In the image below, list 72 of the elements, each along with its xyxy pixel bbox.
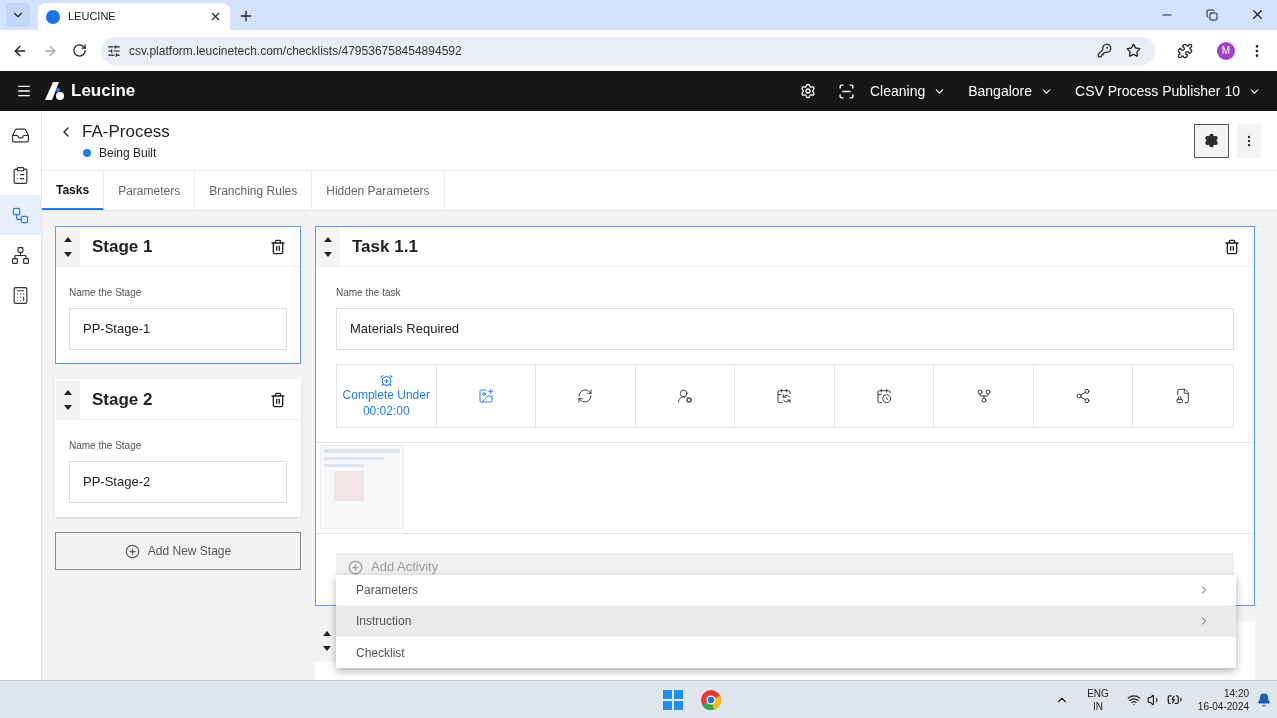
tab[interactable]: Branching Rules	[195, 171, 313, 210]
reload-icon[interactable]	[72, 43, 87, 58]
task-name-field[interactable]: Materials Required	[336, 308, 1234, 350]
timer-button[interactable]: Complete Under 00:02:00	[337, 365, 437, 427]
flow-icon	[11, 205, 30, 225]
start-icon[interactable]	[663, 689, 684, 710]
menu-item[interactable]: Checklist	[336, 637, 1236, 668]
tab-title: LEUCINE	[68, 9, 117, 25]
close-icon[interactable]	[1250, 7, 1265, 22]
stage-title: Stage 2	[92, 388, 154, 411]
screenshot-thumbnail[interactable]	[320, 445, 404, 529]
battery-icon[interactable]	[1166, 692, 1182, 707]
menu-item[interactable]: Parameters	[336, 575, 1236, 606]
wifi-icon[interactable]	[1126, 692, 1141, 707]
brand-name: Leucine	[71, 80, 136, 103]
settings-icon[interactable]	[799, 83, 816, 99]
scan-icon[interactable]	[837, 82, 855, 100]
move-down-button[interactable]	[323, 646, 331, 651]
plus-circle-icon	[348, 559, 363, 575]
settings-icon	[1204, 133, 1219, 148]
settings-button[interactable]	[1194, 123, 1229, 158]
header-dropdown[interactable]: Cleaning	[869, 80, 947, 102]
profile-avatar[interactable]: M	[1217, 41, 1235, 60]
delete-icon[interactable]	[270, 238, 286, 255]
field-label: Name the task	[336, 286, 402, 300]
hierarchy-icon	[11, 245, 30, 265]
extensions-icon[interactable]	[1177, 42, 1193, 59]
move-down-button[interactable]	[64, 404, 72, 410]
status-label: Being Built	[99, 145, 157, 163]
clipboard-icon	[11, 165, 30, 185]
address-bar[interactable]: csv.platform.leucinetech.com/checklists/479536758454894592	[101, 36, 1155, 65]
browser-tab[interactable]: LEUCINE	[38, 3, 230, 30]
move-up-button[interactable]	[64, 236, 72, 242]
move-up-button[interactable]	[324, 236, 332, 242]
site-settings-icon[interactable]	[107, 43, 121, 58]
site-logo-icon	[46, 9, 60, 24]
tab[interactable]: Parameters	[104, 171, 196, 210]
star-icon[interactable]	[1126, 43, 1141, 58]
key-icon[interactable]	[1097, 43, 1112, 58]
task-title: Task 1.1	[352, 235, 419, 258]
field-label: Name the Stage	[69, 439, 143, 453]
language-indicator[interactable]: ENG IN	[1087, 686, 1109, 713]
header-dropdown[interactable]: Bangalore	[968, 80, 1054, 102]
tab[interactable]: Hidden Parameters	[312, 171, 445, 210]
calculator-icon	[11, 285, 30, 305]
stage-name-field[interactable]: PP-Stage-1	[69, 308, 287, 350]
url-text: csv.platform.leucinetech.com/checklists/479536758454894592	[129, 42, 463, 60]
menu-item[interactable]: Instruction	[336, 606, 1236, 637]
delete-icon[interactable]	[270, 391, 286, 408]
field-label: Name the Stage	[69, 286, 143, 300]
move-down-button[interactable]	[324, 251, 332, 257]
tab-list-button[interactable]	[6, 3, 30, 27]
close-icon[interactable]	[209, 10, 222, 23]
page-title: FA-Process	[82, 120, 170, 143]
browser-app-icon[interactable]	[700, 688, 723, 711]
notification-icon[interactable]	[1257, 692, 1271, 707]
stage-card[interactable]: Stage 2 Name the Stage PP-Stage-2	[55, 379, 301, 517]
delete-icon[interactable]	[1224, 238, 1240, 255]
stage-title: Stage 1	[92, 235, 154, 258]
restore-icon[interactable]	[1206, 9, 1218, 21]
clock[interactable]: 14:20 16-04-2024	[1197, 686, 1249, 713]
add-stage-button[interactable]: Add New Stage	[55, 532, 301, 570]
stage-name-field[interactable]: PP-Stage-2	[69, 461, 287, 503]
alarm-icon	[379, 373, 393, 387]
move-up-button[interactable]	[64, 389, 72, 395]
header-dropdown[interactable]: CSV Process Publisher 10	[1075, 80, 1261, 102]
move-up-button[interactable]	[323, 631, 331, 636]
plus-circle-icon	[124, 543, 140, 559]
menu-icon[interactable]	[16, 83, 32, 99]
move-down-button[interactable]	[64, 251, 72, 257]
stage-card[interactable]: Stage 1 Name the Stage PP-Stage-1	[55, 226, 301, 364]
new-tab-icon[interactable]	[238, 8, 254, 24]
